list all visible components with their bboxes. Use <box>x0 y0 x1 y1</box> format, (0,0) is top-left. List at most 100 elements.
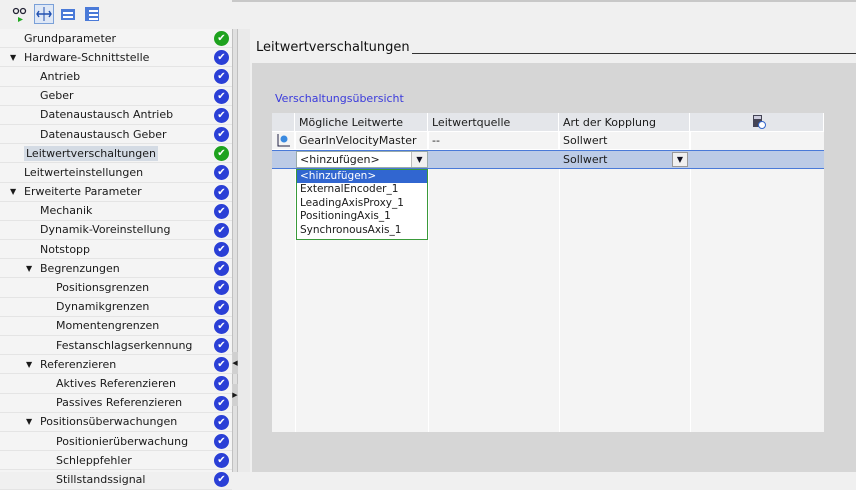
tree-item[interactable]: Positionsgrenzen ✔ <box>0 278 232 298</box>
status-check-icon: ✔ <box>214 376 229 392</box>
glasses-play-icon[interactable] <box>10 4 30 24</box>
tree-item[interactable]: Dynamik-Voreinstellung ✔ <box>0 221 232 241</box>
tree-item-label: Positionsgrenzen <box>56 281 150 295</box>
dropdown-option[interactable]: LeadingAxisProxy_1 <box>297 197 427 210</box>
tree-item-label: Hardware-Schnittstelle <box>24 50 150 64</box>
tree-item-label: Erweiterte Parameter <box>24 185 142 199</box>
dropdown-list: <hinzufügen> ExternalEncoder_1 LeadingAxis… <box>296 169 428 240</box>
tree-item[interactable]: Aktives Referenzieren ✔ <box>0 374 232 394</box>
splitter[interactable] <box>238 29 250 472</box>
tree-item-label: Stillstandssignal <box>56 472 146 486</box>
toolbar <box>0 0 232 28</box>
collapse-left-button[interactable]: ◀ <box>232 352 238 374</box>
status-check-icon: ✔ <box>214 280 229 296</box>
status-check-icon: ✔ <box>214 433 229 449</box>
tree-item[interactable]: Momentengrenzen ✔ <box>0 317 232 336</box>
column-header-leitwerte[interactable]: Mögliche Leitwerte <box>295 113 428 132</box>
expand-right-button[interactable]: ▶ <box>232 384 238 406</box>
navigation-tree: Grundparameter ✔ ▼ Hardware-Schnittstelle ✔ A… <box>0 29 232 490</box>
tree-item-label: Festanschlagserkennung <box>56 338 193 352</box>
folder-icon[interactable] <box>58 4 78 24</box>
expand-triangle-icon[interactable]: ▼ <box>26 360 32 369</box>
cell-kopplung[interactable]: Sollwert ▼ <box>559 150 690 169</box>
status-check-icon: ✔ <box>214 357 229 373</box>
tree-item[interactable]: Leitwertverschaltungen ✔ <box>0 144 232 164</box>
tree-item[interactable]: Schleppfehler ✔ <box>0 451 232 471</box>
status-check-icon: ✔ <box>214 338 229 353</box>
cell-quelle[interactable]: -- <box>428 131 559 150</box>
status-check-icon: ✔ <box>214 165 229 181</box>
status-check-icon: ✔ <box>214 299 229 315</box>
tree-item[interactable]: Grundparameter ✔ <box>0 29 232 49</box>
status-check-icon: ✔ <box>214 318 229 334</box>
page-title: Leitwertverschaltungen <box>256 40 410 55</box>
expand-triangle-icon[interactable]: ▼ <box>10 53 16 62</box>
tree-item-label: Geber <box>40 89 74 103</box>
tree-item[interactable]: ▼ Begrenzungen ✔ <box>0 259 232 279</box>
title-underline <box>412 53 856 54</box>
tree-item[interactable]: Leitwerteinstellungen ✔ <box>0 163 232 183</box>
tree-item[interactable]: Stillstandssignal ✔ <box>0 470 232 490</box>
tree-item-label: Aktives Referenzieren <box>56 376 176 390</box>
tree-item-label: Dynamik-Voreinstellung <box>40 223 171 237</box>
column-header-kopplung[interactable]: Art der Kopplung <box>559 113 690 132</box>
status-check-icon: ✔ <box>214 88 229 104</box>
tree-item-label: Datenaustausch Antrieb <box>40 108 174 122</box>
status-check-icon: ✔ <box>214 126 229 142</box>
chevron-down-icon[interactable]: ▼ <box>672 152 688 167</box>
tree-item-label: Begrenzungen <box>40 261 120 275</box>
column-header-quelle[interactable]: Leitwertquelle <box>428 113 559 132</box>
tree-item-label: Referenzieren <box>40 357 117 371</box>
tree-item[interactable]: Mechanik ✔ <box>0 202 232 221</box>
tree-item[interactable]: Datenaustausch Geber ✔ <box>0 125 232 145</box>
status-check-icon: ✔ <box>214 242 229 258</box>
tree-item-label: Grundparameter <box>24 31 117 45</box>
tree-item[interactable]: Positionierüberwachung ✔ <box>0 432 232 452</box>
tree-item-label: Passives Referenzieren <box>56 396 183 410</box>
tree-item[interactable]: Festanschlagserkennung ✔ <box>0 336 232 356</box>
list-folder-icon[interactable] <box>82 4 102 24</box>
tree-item[interactable]: Dynamikgrenzen ✔ <box>0 298 232 317</box>
tree-item[interactable]: Notstopp ✔ <box>0 240 232 260</box>
expand-triangle-icon[interactable]: ▼ <box>10 187 16 196</box>
status-check-icon: ✔ <box>214 69 229 85</box>
table-row-selected[interactable]: <hinzufügen> ▼ Sollwert ▼ <box>272 150 824 169</box>
status-check-icon: ✔ <box>214 50 229 66</box>
calculator-clock-icon[interactable] <box>690 113 824 132</box>
tree-item-label: Positionierüberwachung <box>56 434 189 448</box>
dropdown-option[interactable]: <hinzufügen> <box>297 170 427 184</box>
tree-item-label: Schleppfehler <box>56 453 132 467</box>
tree-item-label: Leitwerteinstellungen <box>24 165 144 179</box>
status-check-icon: ✔ <box>214 395 229 411</box>
dropdown-option[interactable]: SynchronousAxis_1 <box>297 224 427 237</box>
status-check-icon: ✔ <box>214 31 229 46</box>
tree-item-label: Notstopp <box>40 242 91 256</box>
kopplung-value: Sollwert <box>563 153 608 166</box>
tree-item[interactable]: Datenaustausch Antrieb ✔ <box>0 106 232 125</box>
tree-item[interactable]: ▼ Positionsüberwachungen ✔ <box>0 413 232 432</box>
expand-triangle-icon[interactable]: ▼ <box>26 417 32 426</box>
tree-item[interactable]: ▼ Referenzieren ✔ <box>0 355 232 375</box>
tree-item[interactable]: ▼ Erweiterte Parameter ✔ <box>0 183 232 202</box>
status-check-icon: ✔ <box>214 222 229 238</box>
expand-triangle-icon[interactable]: ▼ <box>26 264 32 273</box>
chevron-down-icon[interactable]: ▼ <box>411 152 427 167</box>
status-check-icon: ✔ <box>214 107 229 123</box>
dropdown-option[interactable]: ExternalEncoder_1 <box>297 183 427 196</box>
status-check-icon: ✔ <box>214 414 229 430</box>
status-check-icon: ✔ <box>214 203 229 219</box>
tree-item[interactable]: Geber ✔ <box>0 87 232 106</box>
row-header-corner <box>272 113 295 132</box>
tree-item-label: Positionsüberwachungen <box>40 415 178 429</box>
leitwert-dropdown[interactable]: <hinzufügen> ▼ <box>296 151 428 168</box>
cell-leitwert[interactable]: GearInVelocityMaster <box>295 131 428 150</box>
tree-item[interactable]: Passives Referenzieren ✔ <box>0 394 232 413</box>
cell-kopplung[interactable]: Sollwert <box>559 131 690 150</box>
tree-item[interactable]: Antrieb ✔ <box>0 67 232 87</box>
dropdown-option[interactable]: PositioningAxis_1 <box>297 210 427 223</box>
tree-item-label: Leitwertverschaltungen <box>24 145 158 161</box>
leitwert-dropdown-value: <hinzufügen> <box>300 153 380 166</box>
fit-width-icon[interactable] <box>34 4 54 24</box>
tree-item[interactable]: ▼ Hardware-Schnittstelle ✔ <box>0 48 232 68</box>
status-check-icon: ✔ <box>214 184 229 200</box>
